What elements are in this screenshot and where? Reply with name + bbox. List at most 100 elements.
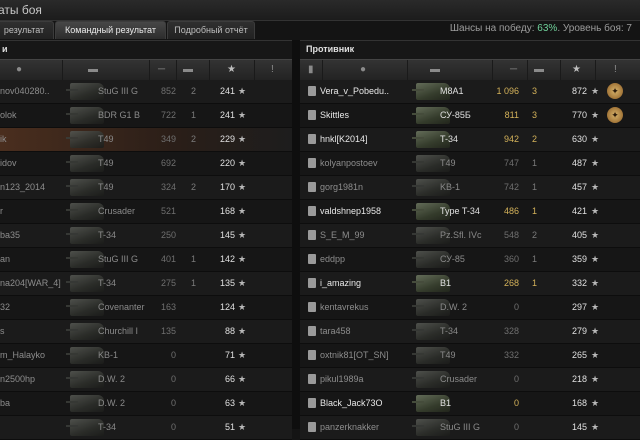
player-name: n2500hp <box>0 374 36 384</box>
frags-value: 3 <box>532 110 538 120</box>
player-row[interactable]: nov040280.. StuG III G 852 2 241 ★ <box>0 80 292 104</box>
header-col-vehicle[interactable] <box>63 60 150 80</box>
player-name: Skittles <box>320 110 350 120</box>
frags-value: 1 <box>191 254 197 264</box>
allied-team-panel: и ● ▬ ─ ▬ ★ ! nov040280.. StuG III G 852 2 2… <box>0 40 292 440</box>
tab-label: Подробный отчёт <box>174 25 248 35</box>
frags-value: 1 <box>532 206 538 216</box>
tab-team-result[interactable]: Командный результат <box>55 21 166 39</box>
xp-value: 630 <box>571 134 587 144</box>
vehicle-icon <box>308 350 316 360</box>
player-row[interactable]: T-34 0 51 ★ <box>0 416 292 440</box>
player-row[interactable]: valdshnep1958 Type T-34 486 1 421 ★ <box>300 200 640 224</box>
tank-name: T-34 <box>98 278 117 288</box>
player-row[interactable]: an StuG III G 401 1 142 ★ <box>0 248 292 272</box>
xp-value: 229 <box>219 134 235 144</box>
player-name: eddpp <box>320 254 346 264</box>
header-col-damage[interactable] <box>150 60 177 80</box>
frags-value: 2 <box>532 134 538 144</box>
player-row[interactable]: ✦ Vera_v_Pobedu.. M8A1 1 096 3 872 ★ <box>300 80 640 104</box>
vehicle-icon <box>308 182 316 192</box>
tank-name: BDR G1 B <box>98 110 141 120</box>
xp-value: 297 <box>571 302 587 312</box>
player-row[interactable]: pikul1989a Crusader 0 218 ★ <box>300 368 640 392</box>
star-icon: ★ <box>238 398 247 408</box>
header-col-vehicle[interactable] <box>408 60 493 80</box>
vehicle-icon <box>308 374 316 384</box>
player-name: Black_Jack73O <box>320 398 383 408</box>
xp-value: 71 <box>224 350 235 360</box>
player-row[interactable]: n2500hp D.W. 2 0 66 ★ <box>0 368 292 392</box>
damage-value: 401 <box>160 254 176 264</box>
xp-value: 405 <box>571 230 587 240</box>
player-row[interactable]: S_E_M_99 Pz.Sfl. IVc 548 2 405 ★ <box>300 224 640 248</box>
player-name: Vera_v_Pobedu.. <box>320 86 390 96</box>
player-row[interactable]: kentavrekus D.W. 2 0 297 ★ <box>300 296 640 320</box>
player-row[interactable]: kolyanpostoev T49 747 1 487 ★ <box>300 152 640 176</box>
vehicle-icon <box>308 134 316 144</box>
player-row[interactable]: eddpp СУ-85 360 1 359 ★ <box>300 248 640 272</box>
player-row[interactable]: gorg1981n KB-1 742 1 457 ★ <box>300 176 640 200</box>
star-icon: ★ <box>591 374 600 384</box>
player-row[interactable]: hnkl[K2014] T-34 942 2 630 ★ <box>300 128 640 152</box>
player-row[interactable]: ba D.W. 2 0 63 ★ <box>0 392 292 416</box>
header-col-xp[interactable] <box>561 60 596 80</box>
player-row[interactable]: na204[WAR_4] T-34 275 1 135 ★ <box>0 272 292 296</box>
header-col-player[interactable] <box>323 60 408 80</box>
xp-value: 170 <box>219 182 235 192</box>
xp-value: 279 <box>571 326 587 336</box>
tab-personal-result[interactable]: результат <box>0 21 54 39</box>
player-name: gorg1981n <box>320 182 364 192</box>
star-icon: ★ <box>591 182 600 192</box>
header-col-icon[interactable] <box>300 60 323 80</box>
damage-value: 722 <box>160 110 176 120</box>
enemy-team-title: Противник <box>306 44 355 54</box>
player-name: ba <box>0 398 11 408</box>
player-row[interactable]: oxtnik81[OT_SN] T49 332 265 ★ <box>300 344 640 368</box>
player-row[interactable]: Black_Jack73O B1 0 168 ★ <box>300 392 640 416</box>
damage-value: 486 <box>503 206 519 216</box>
header-col-frags[interactable] <box>528 60 561 80</box>
player-name: idov <box>0 158 17 168</box>
tab-detailed-report[interactable]: Подробный отчёт <box>167 21 255 39</box>
tank-name: KB-1 <box>440 182 461 192</box>
header-col-player[interactable] <box>0 60 63 80</box>
tank-name: Crusader <box>440 374 478 384</box>
star-icon: ★ <box>591 230 600 240</box>
player-name: olok <box>0 110 17 120</box>
player-name: pikul1989a <box>320 374 364 384</box>
xp-value: 66 <box>224 374 235 384</box>
exclamation-icon: ! <box>271 64 274 75</box>
vehicle-icon <box>308 278 316 288</box>
tank-name: KB-1 <box>98 350 119 360</box>
player-row[interactable]: tara458 T-34 328 279 ★ <box>300 320 640 344</box>
header-col-frags[interactable] <box>177 60 210 80</box>
damage-value: 0 <box>170 374 176 384</box>
tab-label: Командный результат <box>65 25 156 35</box>
allied-table-header: ● ▬ ─ ▬ ★ ! <box>0 59 292 81</box>
header-col-damage[interactable] <box>493 60 528 80</box>
exclamation-icon: ! <box>614 64 617 75</box>
tank-name: T-34 <box>440 134 459 144</box>
player-row[interactable]: i_amazing B1 268 1 332 ★ <box>300 272 640 296</box>
player-row[interactable]: m_Halayko KB-1 0 71 ★ <box>0 344 292 368</box>
player-row[interactable]: ba35 T-34 250 145 ★ <box>0 224 292 248</box>
header-col-xp[interactable] <box>210 60 255 80</box>
player-row[interactable]: r Crusader 521 168 ★ <box>0 200 292 224</box>
star-icon: ★ <box>238 206 247 216</box>
player-row[interactable]: s Churchill I 135 88 ★ <box>0 320 292 344</box>
xp-value: 88 <box>224 326 235 336</box>
star-icon: ★ <box>591 86 600 96</box>
vehicle-icon <box>308 158 316 168</box>
player-row[interactable]: olok BDR G1 B 722 1 241 ★ <box>0 104 292 128</box>
player-row[interactable]: panzerknakker StuG III G 0 145 ★ <box>300 416 640 440</box>
player-row[interactable]: 32 Covenanter 163 124 ★ <box>0 296 292 320</box>
player-row[interactable]: idov T49 692 220 ★ <box>0 152 292 176</box>
battle-level-text: . Уровень боя: 7 <box>557 23 632 34</box>
player-row[interactable]: ik T49 349 2 229 ★ <box>0 128 292 152</box>
player-row[interactable]: n123_2014 T49 324 2 170 ★ <box>0 176 292 200</box>
xp-value: 135 <box>219 278 235 288</box>
player-row[interactable]: ✦ Skittles СУ-85Б 811 3 770 ★ <box>300 104 640 128</box>
star-icon: ★ <box>238 326 247 336</box>
xp-value: 218 <box>571 374 587 384</box>
